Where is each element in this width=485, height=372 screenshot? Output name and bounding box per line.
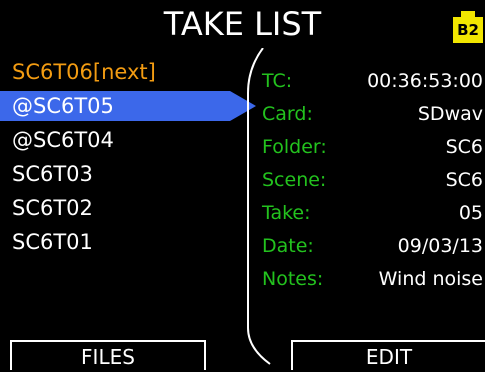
take-item-selected[interactable]: @SC6T05 [0,91,230,121]
detail-row-folder: Folder: SC6 [262,132,483,162]
detail-value: Wind noise [378,268,483,290]
detail-value: SC6 [445,169,483,191]
detail-key: Take: [262,202,311,224]
detail-key: Folder: [262,136,327,158]
detail-key: Card: [262,103,313,125]
battery-label: B2 [457,21,479,39]
take-item[interactable]: SC6T03 [0,159,93,189]
take-item[interactable]: @SC6T04 [0,125,114,155]
detail-value: 09/03/13 [397,235,483,257]
detail-key: TC: [262,70,293,92]
detail-key: Notes: [262,268,324,290]
detail-row-date: Date: 09/03/13 [262,231,483,261]
detail-key: Scene: [262,169,327,191]
detail-value: 05 [458,202,483,224]
take-list-screen: TAKE LIST B2 SC6T06[next] @SC6T05 @SC6T0… [0,0,485,370]
detail-row-tc: TC: 00:36:53:00 [262,66,483,96]
take-item[interactable]: SC6T01 [0,227,93,257]
detail-row-notes: Notes: Wind noise [262,264,483,294]
detail-row-scene: Scene: SC6 [262,165,483,195]
detail-row-card: Card: SDwav [262,99,483,129]
battery-icon: B2 [453,17,483,43]
screen-title: TAKE LIST [163,5,322,43]
detail-row-take: Take: 05 [262,198,483,228]
take-item[interactable]: SC6T02 [0,193,93,223]
detail-value: SDwav [417,103,483,125]
detail-value: SC6 [445,136,483,158]
detail-value: 00:36:53:00 [367,70,483,92]
take-item-next[interactable]: SC6T06[next] [0,57,156,87]
detail-key: Date: [262,235,314,257]
